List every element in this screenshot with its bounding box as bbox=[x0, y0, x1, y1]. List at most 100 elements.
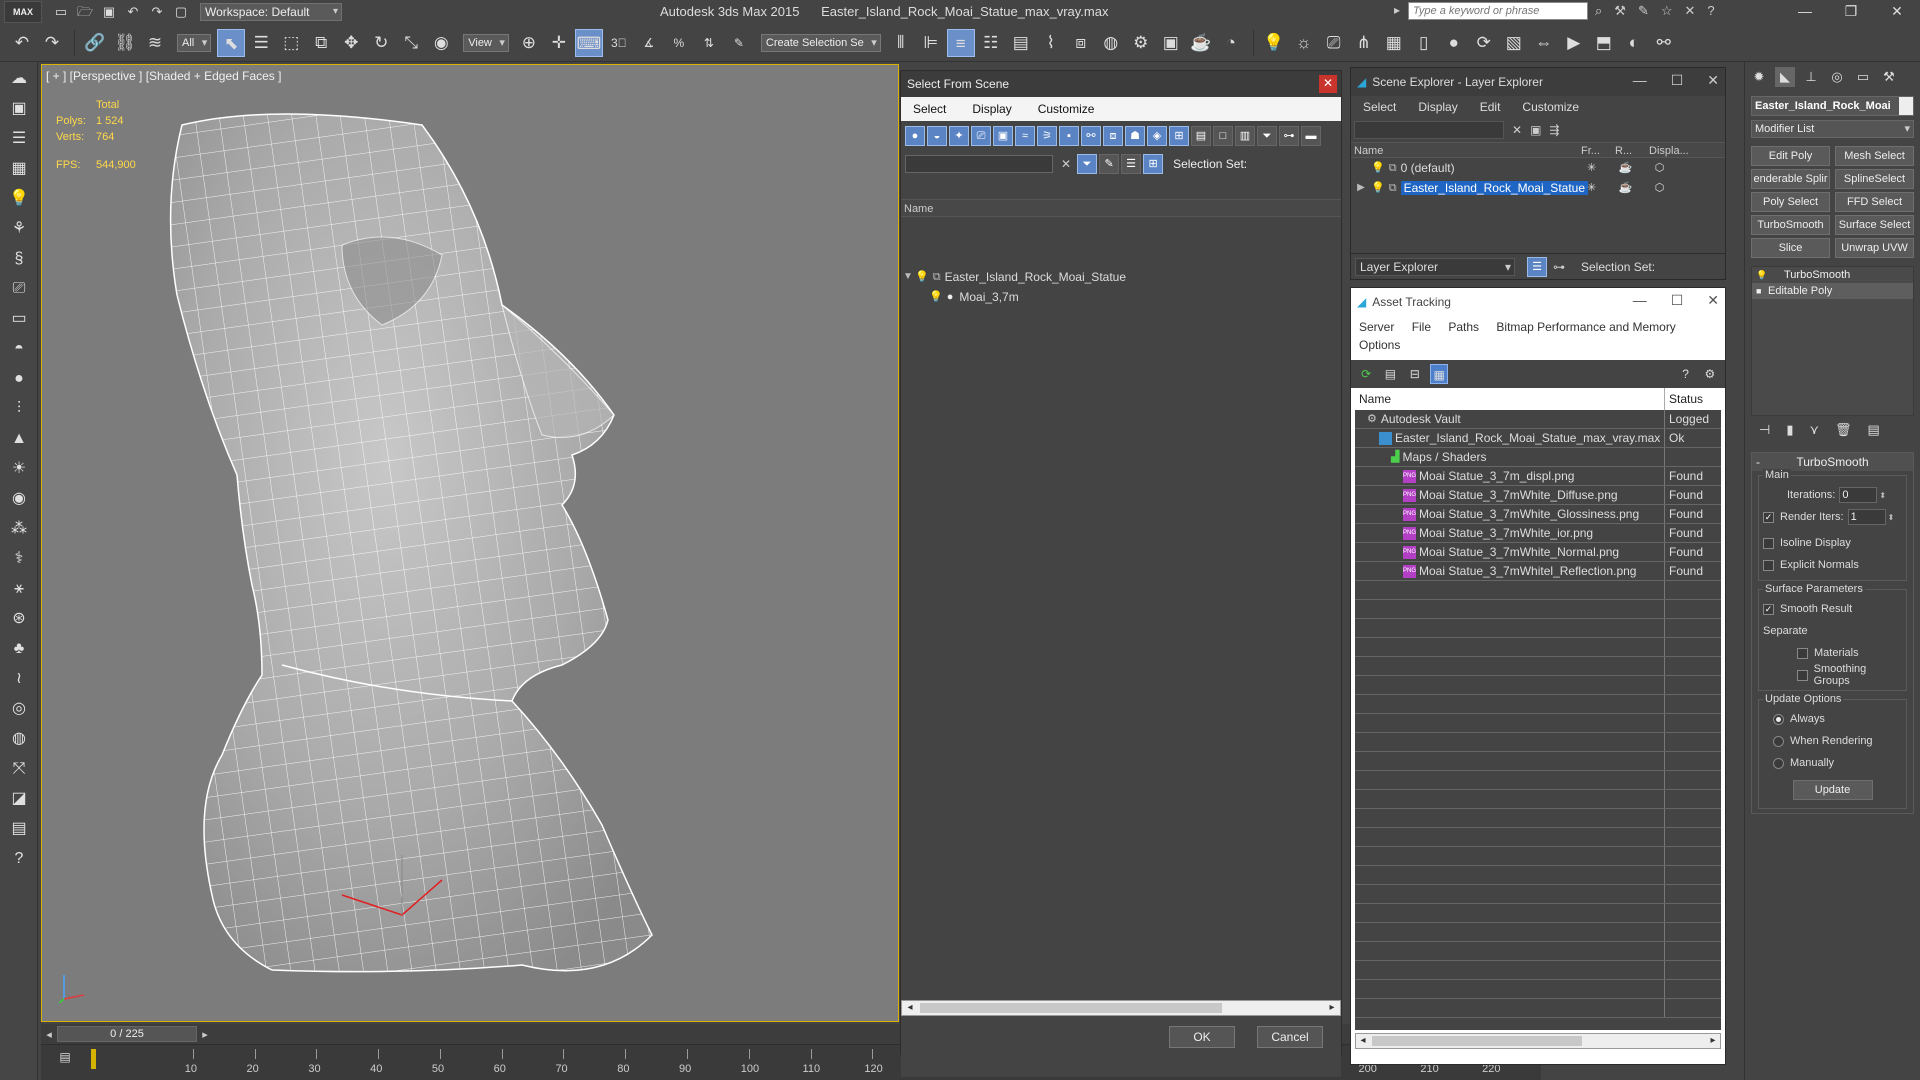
app-logo[interactable]: MAX bbox=[4, 1, 42, 23]
render-iters-checkbox[interactable]: ✓ bbox=[1763, 511, 1774, 523]
edit-named-selection-icon[interactable]: ✎ bbox=[725, 29, 753, 57]
box-icon[interactable]: ▣ bbox=[5, 96, 33, 122]
groups-filter-icon[interactable]: ⚞ bbox=[1037, 126, 1057, 146]
bones-filter-icon[interactable]: ⚯ bbox=[1081, 126, 1101, 146]
layer-row[interactable]: 💡 ⧉ 0 (default) ✳ ☕ ⬡ bbox=[1351, 158, 1725, 178]
isoline-checkbox[interactable] bbox=[1763, 537, 1774, 549]
motion-tab-icon[interactable]: ◎ bbox=[1827, 67, 1847, 87]
scroll-left-icon[interactable]: ◂ bbox=[902, 1001, 918, 1015]
render-teapot-icon[interactable]: ☕ bbox=[1609, 158, 1643, 178]
sun-icon[interactable]: ☀ bbox=[5, 456, 33, 482]
schematic-view-icon[interactable]: ⧈ bbox=[1067, 29, 1095, 57]
modifier-button[interactable]: Unwrap UVW bbox=[1835, 238, 1914, 258]
communication-icon[interactable]: ✎ bbox=[1638, 3, 1649, 19]
named-selection-dropdown[interactable]: Create Selection Se bbox=[760, 33, 881, 52]
scroll-right-icon[interactable]: ▸ bbox=[1706, 1034, 1720, 1048]
keyword-search-input[interactable]: Type a keyword or phrase bbox=[1408, 2, 1588, 20]
scene-explorer-search-input[interactable] bbox=[1354, 121, 1504, 139]
col-frozen[interactable]: Fr... bbox=[1581, 143, 1615, 157]
list-view-icon[interactable]: ▤ bbox=[1381, 364, 1399, 384]
project-folder-icon[interactable]: ▢ bbox=[172, 4, 190, 20]
stack-item[interactable]: 💡 TurboSmooth bbox=[1752, 267, 1913, 283]
save-file-icon[interactable]: ▣ bbox=[100, 4, 118, 20]
settings-icon[interactable]: ⚙ bbox=[1701, 364, 1719, 384]
asset-row[interactable]: PNG Moai Statue_3_7m_displ.png Found bbox=[1355, 467, 1721, 486]
always-radio[interactable] bbox=[1773, 713, 1784, 725]
select-manipulate-icon[interactable]: ✛ bbox=[545, 29, 573, 57]
asset-horizontal-scrollbar[interactable]: ◂ ▸ bbox=[1355, 1033, 1721, 1049]
modifier-button[interactable]: TurboSmooth bbox=[1751, 215, 1830, 235]
make-unique-icon[interactable]: ⋎ bbox=[1809, 422, 1819, 444]
horizontal-scrollbar[interactable]: ◂ ▸ bbox=[901, 1000, 1341, 1016]
open-file-icon[interactable]: 🗁 bbox=[76, 4, 94, 20]
render-production-icon[interactable]: ☕ bbox=[1187, 29, 1215, 57]
vray-camera-icon[interactable]: ⎚ bbox=[1320, 29, 1348, 57]
selection-set-icon[interactable]: ⊞ bbox=[1143, 154, 1164, 174]
time-slider[interactable]: 0 / 225 bbox=[57, 1026, 197, 1042]
layer-sort-icon[interactable]: ☰ bbox=[1527, 256, 1547, 277]
configure-sets-icon[interactable]: ▤ bbox=[1868, 422, 1880, 444]
layer-row[interactable]: ▶ 💡 ⧉ Easter_Island_Rock_Moai_Statue ✳ ☕… bbox=[1351, 178, 1725, 198]
next-frame-icon[interactable]: ▸ bbox=[197, 1028, 213, 1041]
asset-row[interactable]: PNG Moai Statue_3_7mWhite_Diffuse.png Foun… bbox=[1355, 486, 1721, 505]
bind-space-warp-icon[interactable]: ≋ bbox=[141, 29, 169, 57]
light-bulb-icon[interactable]: 💡 bbox=[1371, 178, 1385, 198]
minimize-icon[interactable]: — bbox=[1633, 72, 1647, 89]
subscription-icon[interactable]: ⚒ bbox=[1614, 3, 1626, 19]
favorites-star-icon[interactable]: ☆ bbox=[1661, 3, 1673, 19]
close-icon[interactable]: ✕ bbox=[1707, 292, 1719, 309]
close-icon[interactable]: ✕ bbox=[1319, 75, 1337, 93]
vray-settings-icon[interactable]: ▶ bbox=[1560, 29, 1588, 57]
xrefs-filter-icon[interactable]: ▪ bbox=[1059, 126, 1079, 146]
tree-row[interactable]: 💡 ● Moai_3,7m bbox=[901, 287, 1341, 307]
freeze-icon[interactable]: ✳ bbox=[1575, 158, 1609, 178]
yellow-sphere-icon[interactable]: ◉ bbox=[5, 486, 33, 512]
clear-search-icon[interactable]: ✕ bbox=[1512, 123, 1522, 137]
light-bulb-icon[interactable]: 💡 bbox=[5, 186, 33, 212]
rendered-frame-window-icon[interactable]: ▣ bbox=[1157, 29, 1185, 57]
hemisphere-icon[interactable]: ◓ bbox=[5, 336, 33, 362]
sphere-icon[interactable]: ● bbox=[5, 366, 33, 392]
render-iterative-icon[interactable]: ◔ bbox=[1217, 29, 1245, 57]
mini-curve-editor-icon[interactable]: ▤ bbox=[55, 1047, 75, 1067]
lights-filter-icon[interactable]: ✦ bbox=[949, 126, 969, 146]
search-expand-icon[interactable]: ▸ bbox=[1394, 3, 1400, 17]
rect-selection-icon[interactable]: ⬚ bbox=[277, 29, 305, 57]
select-object-icon[interactable]: ⬉ bbox=[217, 28, 246, 57]
helper-icon[interactable]: ⚘ bbox=[5, 216, 33, 242]
select-none-icon[interactable]: □ bbox=[1213, 126, 1233, 146]
scroll-left-icon[interactable]: ◂ bbox=[1356, 1034, 1370, 1048]
vray-mesh-export-icon[interactable]: ⇔ bbox=[1530, 29, 1558, 57]
restore-icon[interactable]: ❐ bbox=[1828, 0, 1874, 22]
light-bulb-icon[interactable]: 💡 bbox=[1756, 267, 1768, 283]
list-icon[interactable]: ☰ bbox=[5, 126, 33, 152]
materials-checkbox[interactable] bbox=[1797, 647, 1808, 659]
hair-icon[interactable]: ≀ bbox=[5, 666, 33, 692]
previous-frame-icon[interactable]: ◂ bbox=[41, 1028, 57, 1041]
viewport-label[interactable]: [ + ] [Perspective ] [Shaded + Edged Fac… bbox=[46, 69, 281, 83]
vray-rt-icon[interactable]: ⟳ bbox=[1470, 29, 1498, 57]
tree-row[interactable]: ▼ 💡 ⧉ Easter_Island_Rock_Moai_Statue bbox=[901, 267, 1341, 287]
asset-row[interactable]: Easter_Island_Rock_Moai_Statue_max_vray.… bbox=[1355, 429, 1721, 448]
render-icon[interactable]: ◪ bbox=[5, 786, 33, 812]
menu-customize[interactable]: Customize bbox=[1038, 102, 1095, 116]
spinner-snap-icon[interactable]: ⇅ bbox=[695, 29, 723, 57]
menu-edit[interactable]: Edit bbox=[1480, 100, 1501, 114]
plant-icon[interactable]: ♣ bbox=[5, 636, 33, 662]
grid-icon[interactable]: ▦ bbox=[5, 156, 33, 182]
move-icon[interactable]: ✥ bbox=[337, 29, 365, 57]
col-status[interactable]: Status bbox=[1665, 388, 1721, 410]
cloud-icon[interactable]: ☁ bbox=[5, 66, 33, 92]
menu-bitmap-performance[interactable]: Bitmap Performance and Memory bbox=[1496, 320, 1675, 334]
vray-tools-icon[interactable]: ⚯ bbox=[1650, 29, 1678, 57]
cone-icon[interactable]: ▲ bbox=[5, 426, 33, 452]
pivot-center-icon[interactable]: ⊕ bbox=[515, 29, 543, 57]
undo-icon[interactable]: ↶ bbox=[124, 4, 142, 20]
remove-modifier-icon[interactable]: 🗑 bbox=[1835, 422, 1852, 444]
binoculars-icon[interactable]: ⌕ bbox=[1595, 3, 1602, 19]
reference-coordinate-dropdown[interactable]: View bbox=[463, 33, 509, 52]
light-bulb-icon[interactable]: 💡 bbox=[1371, 158, 1385, 178]
plane-icon[interactable]: ▭ bbox=[5, 306, 33, 332]
vray-sphere-icon[interactable]: ● bbox=[1440, 29, 1468, 57]
render-iters-spinner[interactable]: 1 bbox=[1847, 509, 1886, 525]
